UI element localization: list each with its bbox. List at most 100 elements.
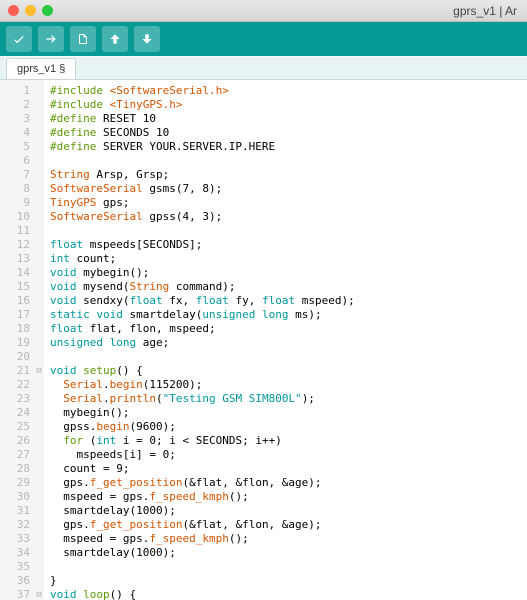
code-line[interactable]: SoftwareSerial gpss(4, 3);: [50, 210, 521, 224]
minimize-icon[interactable]: [25, 5, 36, 16]
line-number: 24: [0, 406, 30, 420]
line-number: 36: [0, 574, 30, 588]
toolbar: [0, 22, 527, 56]
upload-button[interactable]: [38, 26, 64, 52]
code-line[interactable]: TinyGPS gps;: [50, 196, 521, 210]
line-number: 21: [0, 364, 30, 378]
line-number: 8: [0, 182, 30, 196]
close-icon[interactable]: [8, 5, 19, 16]
code-line[interactable]: #include <TinyGPS.h>: [50, 98, 521, 112]
code-line[interactable]: [50, 560, 521, 574]
fold-marker: [34, 112, 44, 126]
code-line[interactable]: gpss.begin(9600);: [50, 420, 521, 434]
code-line[interactable]: mybegin();: [50, 406, 521, 420]
line-number: 4: [0, 126, 30, 140]
fold-marker: [34, 392, 44, 406]
verify-button[interactable]: [6, 26, 32, 52]
code-line[interactable]: mspeed = gps.f_speed_kmph();: [50, 490, 521, 504]
code-line[interactable]: count = 9;: [50, 462, 521, 476]
fold-marker: [34, 140, 44, 154]
tab-gprs-v1[interactable]: gprs_v1 §: [6, 58, 76, 79]
code-line[interactable]: float mspeeds[SECONDS];: [50, 238, 521, 252]
code-line[interactable]: mspeeds[i] = 0;: [50, 448, 521, 462]
fold-marker: [34, 294, 44, 308]
code-line[interactable]: Serial.println("Testing GSM SIM800L");: [50, 392, 521, 406]
line-number: 12: [0, 238, 30, 252]
code-line[interactable]: void setup() {: [50, 364, 521, 378]
fold-marker: [34, 210, 44, 224]
fold-marker: [34, 336, 44, 350]
fold-marker: [34, 126, 44, 140]
file-icon: [77, 32, 89, 46]
line-number: 37: [0, 588, 30, 600]
code-line[interactable]: static void smartdelay(unsigned long ms)…: [50, 308, 521, 322]
window-controls: [8, 5, 53, 16]
save-button[interactable]: [134, 26, 160, 52]
line-number: 5: [0, 140, 30, 154]
window-title: gprs_v1 | Ar: [53, 4, 519, 18]
titlebar: gprs_v1 | Ar: [0, 0, 527, 22]
fold-marker: [34, 252, 44, 266]
tabs: gprs_v1 §: [0, 56, 527, 80]
code-line[interactable]: void mysend(String command);: [50, 280, 521, 294]
line-number: 29: [0, 476, 30, 490]
open-button[interactable]: [102, 26, 128, 52]
code-line[interactable]: Serial.begin(115200);: [50, 378, 521, 392]
fold-marker: [34, 420, 44, 434]
code-line[interactable]: SoftwareSerial gsms(7, 8);: [50, 182, 521, 196]
line-number: 30: [0, 490, 30, 504]
code-line[interactable]: }: [50, 574, 521, 588]
fold-marker: [34, 546, 44, 560]
code-line[interactable]: [50, 350, 521, 364]
editor[interactable]: 1234567891011121314151617181920212223242…: [0, 80, 527, 600]
code-line[interactable]: gps.f_get_position(&flat, &flon, &age);: [50, 476, 521, 490]
line-number: 2: [0, 98, 30, 112]
fold-marker: [34, 518, 44, 532]
fold-marker: [34, 280, 44, 294]
code-line[interactable]: smartdelay(1000);: [50, 504, 521, 518]
code-line[interactable]: void loop() {: [50, 588, 521, 600]
line-number: 22: [0, 378, 30, 392]
fold-marker: [34, 238, 44, 252]
code-line[interactable]: #define SECONDS 10: [50, 126, 521, 140]
arrow-down-icon: [140, 32, 154, 46]
line-number: 23: [0, 392, 30, 406]
line-number: 7: [0, 168, 30, 182]
fold-marker: [34, 84, 44, 98]
code-line[interactable]: #define RESET 10: [50, 112, 521, 126]
code-line[interactable]: #include <SoftwareSerial.h>: [50, 84, 521, 98]
code-line[interactable]: for (int i = 0; i < SECONDS; i++): [50, 434, 521, 448]
code-area[interactable]: #include <SoftwareSerial.h>#include <Tin…: [44, 80, 527, 600]
new-button[interactable]: [70, 26, 96, 52]
line-number: 11: [0, 224, 30, 238]
fold-marker[interactable]: ⊟: [34, 588, 44, 600]
maximize-icon[interactable]: [42, 5, 53, 16]
code-line[interactable]: unsigned long age;: [50, 336, 521, 350]
line-gutter: 1234567891011121314151617181920212223242…: [0, 80, 34, 600]
check-icon: [12, 32, 26, 46]
line-number: 32: [0, 518, 30, 532]
fold-marker: [34, 532, 44, 546]
fold-marker: [34, 350, 44, 364]
line-number: 20: [0, 350, 30, 364]
code-line[interactable]: void mybegin();: [50, 266, 521, 280]
code-line[interactable]: void sendxy(float fx, float fy, float ms…: [50, 294, 521, 308]
line-number: 19: [0, 336, 30, 350]
line-number: 34: [0, 546, 30, 560]
code-line[interactable]: smartdelay(1000);: [50, 546, 521, 560]
line-number: 31: [0, 504, 30, 518]
code-line[interactable]: int count;: [50, 252, 521, 266]
code-line[interactable]: float flat, flon, mspeed;: [50, 322, 521, 336]
code-line[interactable]: #define SERVER YOUR.SERVER.IP.HERE: [50, 140, 521, 154]
code-line[interactable]: [50, 154, 521, 168]
line-number: 28: [0, 462, 30, 476]
fold-marker: [34, 504, 44, 518]
code-line[interactable]: gps.f_get_position(&flat, &flon, &age);: [50, 518, 521, 532]
fold-marker: [34, 196, 44, 210]
fold-marker[interactable]: ⊟: [34, 364, 44, 378]
code-line[interactable]: String Arsp, Grsp;: [50, 168, 521, 182]
line-number: 13: [0, 252, 30, 266]
code-line[interactable]: mspeed = gps.f_speed_kmph();: [50, 532, 521, 546]
code-line[interactable]: [50, 224, 521, 238]
line-number: 10: [0, 210, 30, 224]
